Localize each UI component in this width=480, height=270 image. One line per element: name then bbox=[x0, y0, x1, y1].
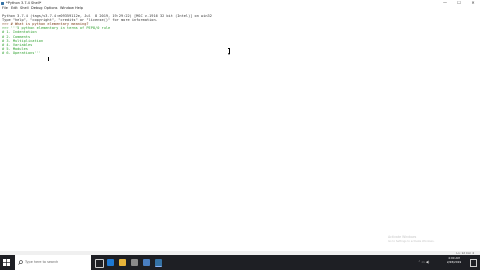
windows-start-icon[interactable] bbox=[3, 259, 10, 266]
notifications-icon[interactable] bbox=[470, 259, 477, 267]
edge-browser-icon[interactable] bbox=[107, 259, 114, 266]
app-icon[interactable] bbox=[143, 259, 150, 266]
python-idle-icon[interactable] bbox=[155, 259, 162, 267]
activation-watermark: Activate Windows Go to Settings to activ… bbox=[388, 235, 434, 243]
shell-editor[interactable]: Python 3.7.4 (tags/v3.7.4:e09359112e, Ju… bbox=[0, 11, 480, 250]
search-icon bbox=[18, 260, 23, 265]
ibeam-cursor-icon bbox=[228, 48, 230, 54]
system-tray-icons[interactable]: ⌃ ▭ ◀) bbox=[418, 258, 429, 267]
taskbar-clock[interactable]: 4:00 AM 2/28/2019 bbox=[441, 256, 467, 264]
file-explorer-icon[interactable] bbox=[119, 259, 126, 266]
search-placeholder: Type here to search bbox=[25, 260, 59, 264]
task-view-icon[interactable] bbox=[95, 259, 104, 268]
clock-date: 2/28/2019 bbox=[446, 259, 462, 264]
store-icon[interactable] bbox=[131, 259, 138, 266]
shell-line-item: # 6. Operations''' bbox=[2, 51, 41, 56]
python-app-icon bbox=[1, 1, 4, 5]
text-cursor bbox=[48, 57, 49, 61]
watermark-subtitle: Go to Settings to activate Windows. bbox=[388, 240, 435, 243]
